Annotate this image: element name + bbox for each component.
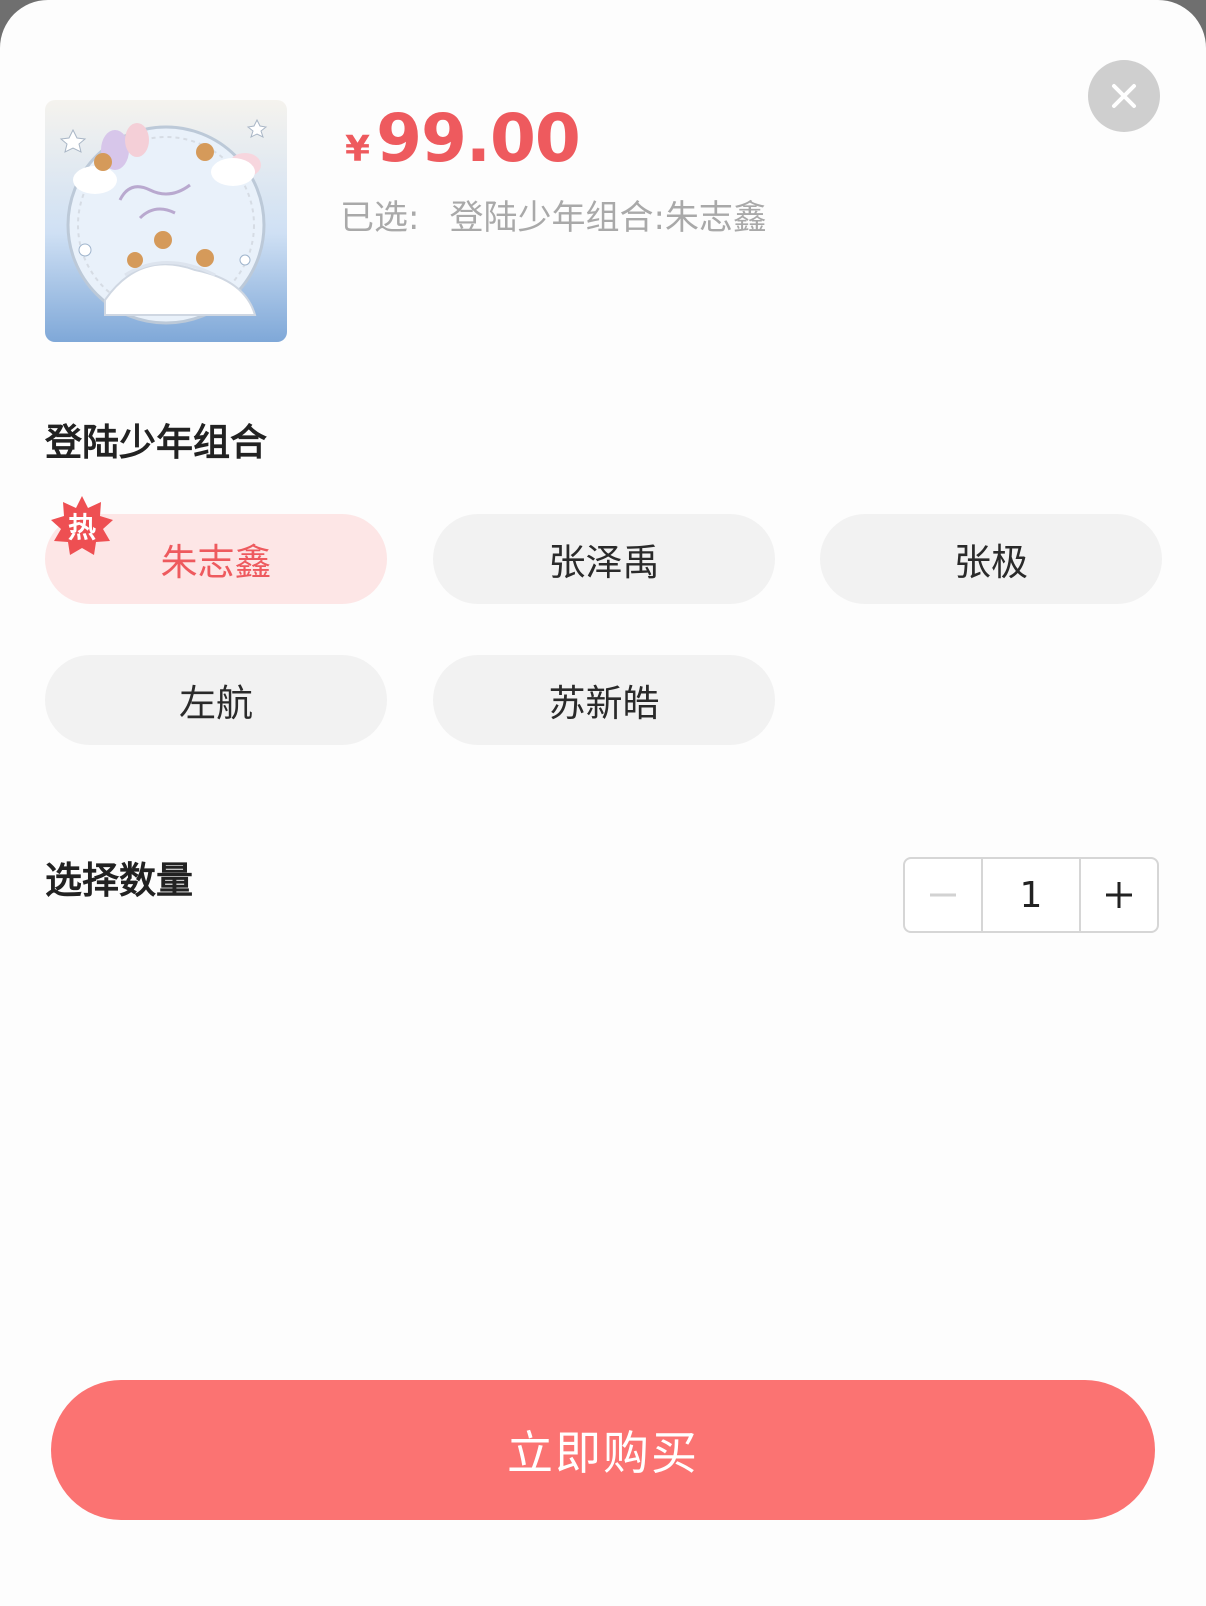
plus-icon	[1106, 882, 1132, 908]
decrease-button[interactable]	[905, 859, 983, 931]
option-zhang-ji[interactable]: 张极	[820, 514, 1162, 604]
option-label: 张极	[954, 541, 1028, 584]
variant-section-title: 登陆少年组合	[45, 421, 267, 464]
option-label: 张泽禹	[548, 541, 660, 584]
hot-badge-label: 热	[67, 511, 96, 544]
product-price: ¥ 99.00	[345, 100, 581, 177]
option-zhang-zeyu[interactable]: 张泽禹	[433, 514, 775, 604]
buy-now-button[interactable]: 立即购买	[51, 1380, 1155, 1520]
option-label: 苏新皓	[548, 682, 660, 725]
quantity-section-title: 选择数量	[45, 859, 193, 902]
sku-selector-sheet: ¥ 99.00 已选: 登陆少年组合:朱志鑫 登陆少年组合 朱志鑫 张泽禹 张极 …	[0, 0, 1206, 1606]
hot-badge-icon: 热	[50, 494, 114, 558]
quantity-value[interactable]: 1	[983, 859, 1081, 931]
price-amount: 99.00	[376, 100, 581, 177]
quantity-stepper: 1	[903, 857, 1159, 933]
currency-symbol: ¥	[345, 129, 371, 170]
option-label: 朱志鑫	[160, 541, 272, 584]
selected-value: 登陆少年组合:朱志鑫	[449, 198, 767, 238]
option-zuo-hang[interactable]: 左航	[45, 655, 387, 745]
option-label: 左航	[179, 682, 253, 725]
product-illustration	[45, 100, 287, 342]
selected-summary: 已选: 登陆少年组合:朱志鑫	[340, 190, 767, 239]
minus-icon	[930, 893, 956, 897]
close-button[interactable]	[1088, 60, 1160, 132]
close-icon	[1112, 84, 1136, 108]
buy-now-label: 立即购买	[507, 1426, 699, 1480]
increase-button[interactable]	[1081, 859, 1157, 931]
product-thumbnail	[45, 100, 287, 342]
option-su-xinhao[interactable]: 苏新皓	[433, 655, 775, 745]
selected-prefix: 已选:	[340, 198, 420, 238]
